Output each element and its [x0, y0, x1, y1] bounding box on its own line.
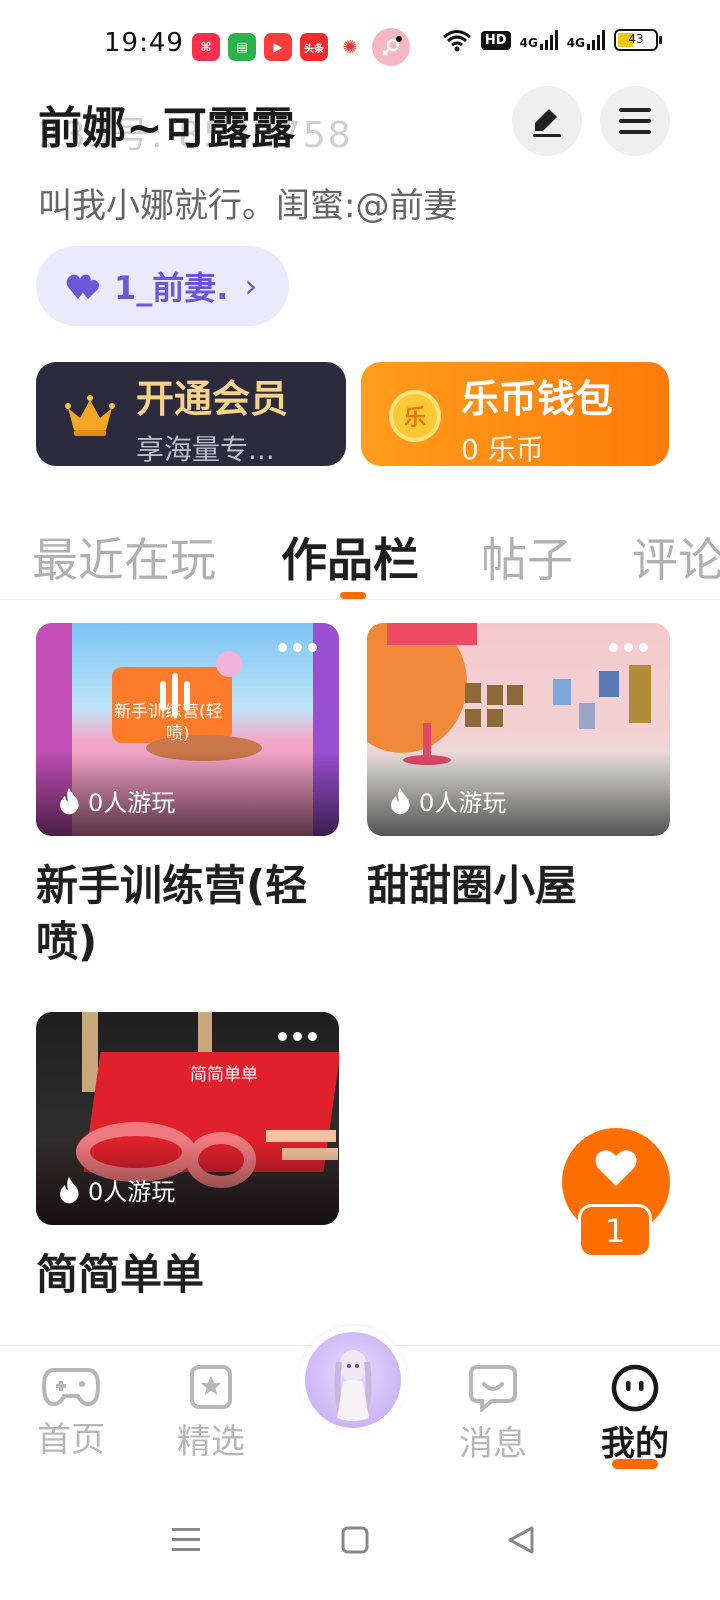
work-card[interactable]: 新手训练营(轻 喷) 0人游玩 新手训练营(轻喷) — [36, 623, 339, 970]
thumb-label-line2: 喷) — [166, 724, 190, 744]
work-card[interactable]: 0人游玩 甜甜圈小屋 — [367, 623, 670, 914]
play-count-label: 0人游玩 — [419, 789, 507, 817]
nav-featured[interactable]: 精选 — [156, 1364, 266, 1463]
vip-membership-card[interactable]: 开通会员 享海量专... — [36, 362, 346, 466]
status-right-group: HD 4G 4G 43 — [442, 28, 662, 52]
nav-featured-label: 精选 — [177, 1422, 245, 1462]
profile-bio: 叫我小娜就行。闺蜜:@前妻 — [38, 186, 458, 226]
nav-home[interactable]: 首页 — [16, 1364, 126, 1461]
face-icon — [611, 1364, 659, 1412]
gamepad-icon — [42, 1368, 100, 1407]
heart-link-icon — [66, 274, 99, 299]
more-options-icon[interactable] — [278, 1032, 317, 1041]
status-app-icons: ⌘ ▤ ▶ 头条 ✺ — [192, 28, 410, 66]
star-bookmark-icon — [190, 1365, 232, 1409]
play-count-label: 0人游玩 — [88, 1178, 176, 1206]
work-title[interactable]: 新手训练营(轻喷) — [36, 858, 339, 970]
work-thumbnail[interactable]: 简简单单 0人游玩 — [36, 1012, 339, 1225]
recent-apps-icon[interactable] — [170, 1525, 202, 1555]
signal-2-icon: 4G — [567, 30, 605, 50]
chat-bubble-icon — [469, 1365, 517, 1412]
work-card[interactable]: 简简单单 0人游玩 简简单单 — [36, 1012, 339, 1303]
like-count-badge: 1 — [578, 1204, 652, 1258]
menu-button[interactable] — [600, 86, 670, 156]
battery-icon: 43 — [614, 29, 662, 51]
nav-active-indicator — [612, 1459, 658, 1469]
active-tab-indicator — [340, 592, 366, 599]
hd-badge: HD — [480, 30, 511, 50]
play-count: 0人游玩 — [389, 783, 506, 818]
nav-messages-label: 消息 — [459, 1424, 527, 1464]
crown-icon — [65, 395, 115, 436]
vip-card-title: 开通会员 — [136, 377, 289, 421]
nav-messages[interactable]: 消息 — [438, 1364, 548, 1465]
hamburger-menu-icon — [619, 108, 651, 134]
more-options-icon[interactable] — [278, 643, 317, 652]
work-thumbnail[interactable]: 0人游玩 — [367, 623, 670, 836]
thumb-label: 简简单单 — [190, 1065, 258, 1085]
coin-icon: 乐 — [389, 390, 441, 442]
play-count: 0人游玩 — [58, 783, 175, 818]
wallet-card-title: 乐币钱包 — [461, 377, 614, 421]
pencil-icon — [533, 109, 561, 137]
weibo-icon: ✺ — [336, 33, 364, 61]
fan-tag-pill[interactable]: 1_前妻. › — [36, 246, 290, 326]
bottom-navigation: 首页 精选 消息 我的 — [0, 1326, 720, 1495]
work-thumbnail[interactable]: 新手训练营(轻 喷) 0人游玩 — [36, 623, 339, 836]
vip-card-subtitle: 享海量专... — [136, 433, 275, 466]
chevron-right-icon: › — [244, 267, 258, 305]
video-icon: ▶ — [264, 33, 292, 61]
toutiao-icon: 头条 — [300, 33, 328, 61]
flame-icon — [391, 787, 410, 814]
work-title[interactable]: 甜甜圈小屋 — [367, 858, 670, 914]
tab-posts[interactable]: 帖子 — [481, 524, 573, 590]
battery-level: 43 — [628, 32, 644, 46]
heart-icon — [595, 1150, 637, 1186]
back-triangle-icon[interactable] — [506, 1525, 536, 1555]
tab-recent-play[interactable]: 最近在玩 — [32, 524, 216, 590]
wallet-card[interactable]: 乐 乐币钱包 0 乐币 — [361, 362, 669, 466]
avatar-center-button[interactable] — [299, 1326, 407, 1434]
more-options-icon[interactable] — [609, 643, 648, 652]
status-bar: 19:49 ⌘ ▤ ▶ 头条 ✺ HD 4G 4G 43 — [0, 0, 720, 90]
play-count: 0人游玩 — [58, 1172, 175, 1207]
profile-name: 前娜~可露露 — [38, 103, 295, 154]
nav-mine[interactable]: 我的 — [580, 1364, 690, 1469]
flame-icon — [60, 1176, 79, 1203]
wallet-card-subtitle: 0 乐币 — [461, 433, 544, 466]
play-count-label: 0人游玩 — [88, 789, 176, 817]
avatar-character-icon — [334, 1350, 372, 1421]
nav-home-label: 首页 — [37, 1420, 105, 1460]
signal-1-icon: 4G — [520, 30, 558, 50]
signal-1-label: 4G — [519, 36, 538, 50]
signal-2-label: 4G — [566, 36, 585, 50]
edit-profile-button[interactable] — [512, 86, 582, 156]
gender-female-icon — [372, 28, 410, 66]
tab-comments[interactable]: 评论 — [632, 524, 720, 590]
work-title[interactable]: 简简单单 — [36, 1247, 339, 1303]
wifi-icon — [442, 30, 471, 52]
fan-tag-label: 1_前妻. — [114, 269, 229, 307]
nav-mine-label: 我的 — [601, 1424, 669, 1464]
system-navigation-bar — [0, 1495, 720, 1600]
status-time: 19:49 — [104, 28, 184, 58]
wechat-icon: ▤ — [228, 33, 256, 61]
profile-tabs: 最近在玩 作品栏 帖子 评论 — [0, 510, 720, 600]
flame-icon — [60, 787, 79, 814]
xiaohongshu-icon: ⌘ — [192, 33, 220, 61]
home-square-icon[interactable] — [340, 1525, 370, 1555]
tab-works[interactable]: 作品栏 — [281, 524, 419, 590]
